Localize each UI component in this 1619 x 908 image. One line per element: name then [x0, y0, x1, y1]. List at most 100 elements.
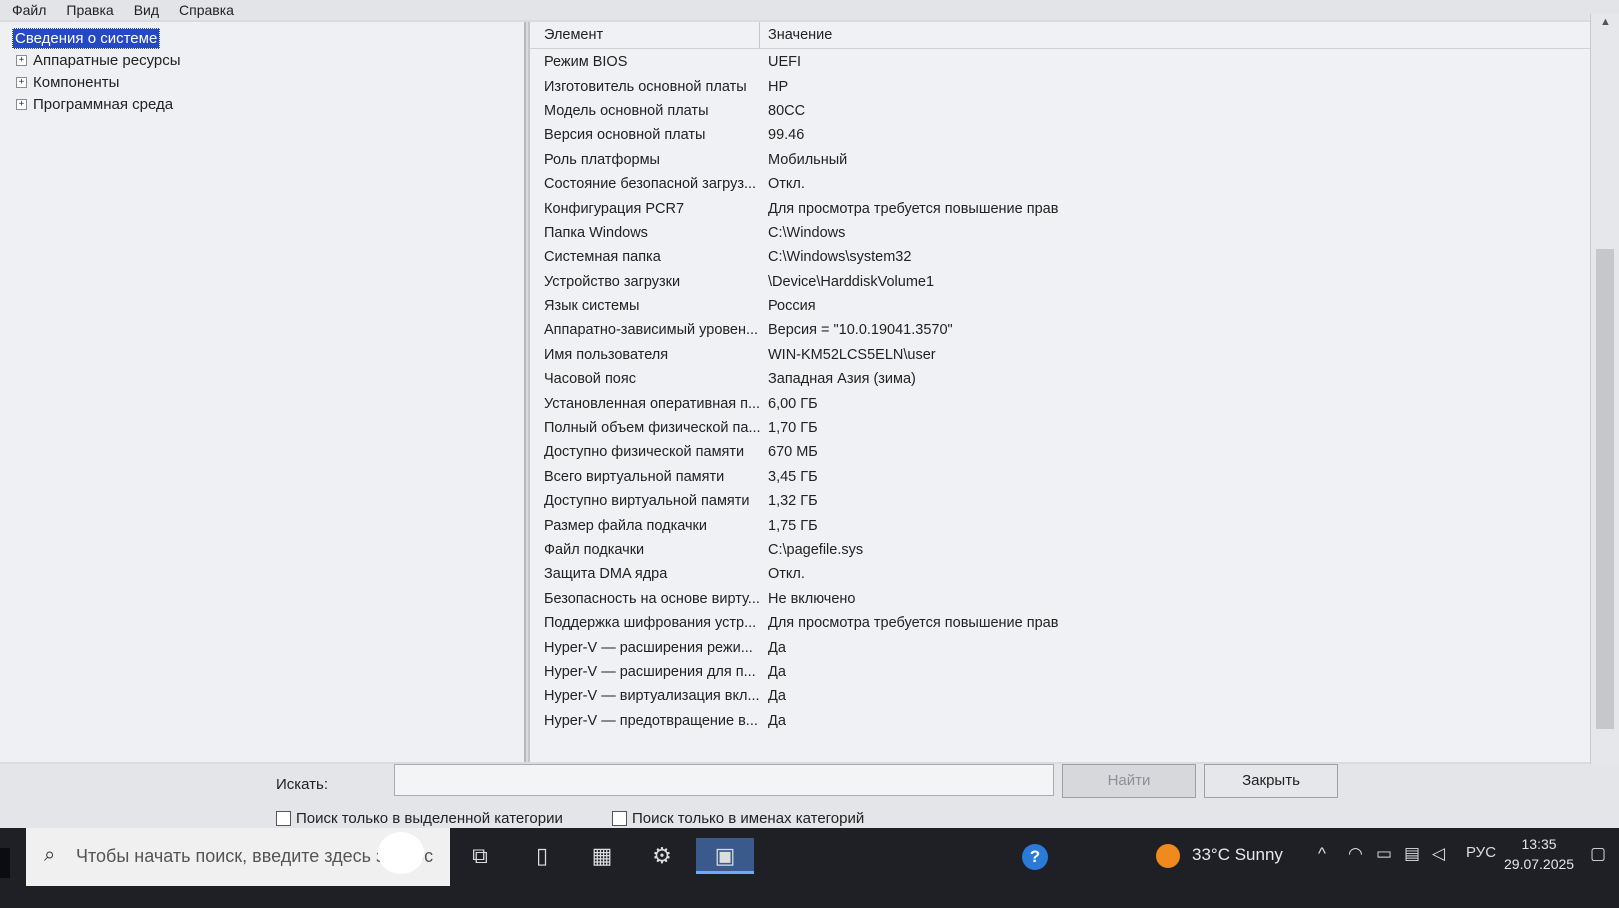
clock[interactable]: 13:35 29.07.2025 — [1504, 834, 1574, 874]
column-header-item[interactable]: Элемент — [530, 22, 760, 48]
task-view-icon[interactable]: ⧉ — [460, 838, 500, 874]
language-indicator[interactable]: РУС — [1466, 844, 1496, 861]
table-row[interactable]: Системная папка C:\Windows\system32 — [530, 245, 1590, 269]
row-item-value: Западная Азия (зима) — [768, 371, 916, 388]
table-row[interactable]: Модель основной платы 80CC — [530, 99, 1590, 123]
category-tree[interactable]: Сведения о системе + Аппаратные ресурсы … — [0, 22, 526, 762]
menu-bar: Файл Правка Вид Справка — [0, 0, 1619, 20]
table-row[interactable]: Имя пользователя WIN-KM52LCS5ELN\user — [530, 343, 1590, 367]
table-row[interactable]: Состояние безопасной загруз... Откл. — [530, 172, 1590, 196]
row-item-value: Не включено — [768, 590, 856, 607]
row-item-value: Мобильный — [768, 151, 848, 168]
row-item-value: 80CC — [768, 102, 806, 119]
checkbox-category-names[interactable]: Поиск только в именах категорий — [612, 810, 864, 827]
checkbox-selected-category[interactable]: Поиск только в выделенной категории — [276, 810, 563, 827]
expand-icon[interactable]: + — [16, 99, 27, 110]
file-icon[interactable]: ▯ — [522, 838, 562, 874]
row-item-value: 670 МБ — [768, 444, 818, 461]
table-row[interactable]: Файл подкачки C:\pagefile.sys — [530, 538, 1590, 562]
row-item-name: Имя пользователя — [544, 346, 669, 363]
chevron-up-icon[interactable]: ^ — [1318, 844, 1326, 864]
table-row[interactable]: Устройство загрузки \Device\HarddiskVolum… — [530, 270, 1590, 294]
row-item-value: 1,32 ГБ — [768, 493, 818, 510]
row-item-value: C:\Windows\system32 — [768, 249, 912, 266]
row-item-value: C:\Windows — [768, 224, 846, 241]
table-row[interactable]: Hyper-V — расширения для п... Да — [530, 660, 1590, 684]
row-item-name: Модель основной платы — [544, 102, 709, 119]
tree-item-system-summary[interactable]: Сведения о системе — [12, 28, 161, 49]
network-icon[interactable]: ◠ — [1348, 844, 1363, 864]
list-rows: Режим BIOS UEFI Изготовитель основной плат… — [530, 49, 1590, 733]
row-item-name: Установленная оперативная п... — [544, 395, 760, 412]
find-button[interactable]: Найти — [1062, 764, 1196, 798]
taskbar: ⌕ Чтобы начать поиск, введите здесь запр… — [0, 828, 1619, 908]
close-button[interactable]: Закрыть — [1204, 764, 1338, 798]
battery-icon[interactable]: ▭ — [1376, 844, 1392, 864]
table-row[interactable]: Безопасность на основе вирту... Не включе… — [530, 587, 1590, 611]
table-row[interactable]: Установленная оперативная п... 6,00 ГБ — [530, 391, 1590, 415]
table-row[interactable]: Доступно физической памяти 670 МБ — [530, 440, 1590, 464]
table-row[interactable]: Полный объем физической па... 1,70 ГБ — [530, 416, 1590, 440]
row-item-name: Часовой пояс — [544, 371, 636, 388]
row-item-name: Доступно физической памяти — [544, 444, 745, 461]
table-row[interactable]: Язык системы Россия — [530, 294, 1590, 318]
menu-edit[interactable]: Правка — [54, 2, 121, 18]
weather-widget[interactable]: 33°C Sunny — [1192, 845, 1283, 865]
checkbox-box[interactable] — [276, 811, 291, 826]
notification-icon[interactable]: ▢ — [1590, 844, 1606, 864]
table-row[interactable]: Аппаратно-зависимый уровен... Версия = "1… — [530, 318, 1590, 342]
row-item-name: Hyper-V — расширения режи... — [544, 639, 753, 656]
table-row[interactable]: Hyper-V — расширения режи... Да — [530, 635, 1590, 659]
scroll-thumb[interactable] — [1596, 249, 1614, 729]
start-button[interactable] — [0, 848, 10, 878]
row-item-name: Hyper-V — предотвращение в... — [544, 712, 758, 729]
expand-icon[interactable]: + — [16, 55, 27, 66]
table-row[interactable]: Роль платформы Мобильный — [530, 148, 1590, 172]
row-item-name: Hyper-V — виртуализация вкл... — [544, 688, 760, 705]
column-header-value[interactable]: Значение — [760, 22, 1590, 48]
row-item-name: Системная папка — [544, 249, 661, 266]
scroll-up-icon[interactable]: ▲ — [1600, 16, 1611, 28]
tree-item-components[interactable]: + Компоненты — [16, 74, 119, 91]
help-icon[interactable]: ? — [1022, 844, 1048, 870]
row-item-value: Да — [768, 712, 786, 729]
table-row[interactable]: Изготовитель основной платы HP — [530, 74, 1590, 98]
search-input[interactable] — [394, 764, 1054, 796]
table-row[interactable]: Защита DMA ядра Откл. — [530, 562, 1590, 586]
table-row[interactable]: Hyper-V — предотвращение в... Да — [530, 709, 1590, 733]
menu-help[interactable]: Справка — [167, 2, 242, 18]
vertical-scrollbar[interactable]: ▲ — [1590, 14, 1619, 768]
menu-file[interactable]: Файл — [0, 2, 54, 18]
table-row[interactable]: Размер файла подкачки 1,75 ГБ — [530, 513, 1590, 537]
table-row[interactable]: Доступно виртуальной памяти 1,32 ГБ — [530, 489, 1590, 513]
device-icon[interactable]: ▤ — [1404, 844, 1420, 864]
checkbox-box[interactable] — [612, 811, 627, 826]
tree-item-hardware-resources[interactable]: + Аппаратные ресурсы — [16, 52, 181, 69]
row-item-name: Аппаратно-зависимый уровен... — [544, 322, 759, 339]
row-item-name: Доступно виртуальной памяти — [544, 493, 750, 510]
store-icon[interactable]: ▦ — [582, 838, 622, 874]
row-item-name: Роль платформы — [544, 151, 660, 168]
volume-icon[interactable]: ◁ — [1432, 844, 1445, 864]
system-info-icon[interactable]: ▣ — [696, 838, 754, 874]
details-list[interactable]: Элемент Значение Режим BIOS UEFI Изготовит… — [528, 22, 1590, 762]
table-row[interactable]: Hyper-V — виртуализация вкл... Да — [530, 684, 1590, 708]
checkbox-label: Поиск только в именах категорий — [632, 810, 865, 827]
table-row[interactable]: Всего виртуальной памяти 3,45 ГБ — [530, 465, 1590, 489]
row-item-name: Защита DMA ядра — [544, 566, 668, 583]
table-row[interactable]: Версия основной платы 99.46 — [530, 123, 1590, 147]
menu-view[interactable]: Вид — [122, 2, 167, 18]
row-item-name: Версия основной платы — [544, 127, 706, 144]
gear-icon[interactable]: ⚙ — [642, 838, 682, 874]
table-row[interactable]: Конфигурация PCR7 Для просмотра требуется… — [530, 196, 1590, 220]
row-item-name: Состояние безопасной загруз... — [544, 176, 757, 193]
weather-condition: Sunny — [1234, 845, 1283, 864]
weather-sun-icon[interactable] — [1156, 844, 1180, 868]
table-row[interactable]: Поддержка шифрования устр... Для просмотр… — [530, 611, 1590, 635]
expand-icon[interactable]: + — [16, 77, 27, 88]
table-row[interactable]: Режим BIOS UEFI — [530, 50, 1590, 74]
table-row[interactable]: Папка Windows C:\Windows — [530, 221, 1590, 245]
tree-item-software-environment[interactable]: + Программная среда — [16, 96, 173, 113]
table-row[interactable]: Часовой пояс Западная Азия (зима) — [530, 367, 1590, 391]
row-item-value: 1,70 ГБ — [768, 420, 818, 437]
